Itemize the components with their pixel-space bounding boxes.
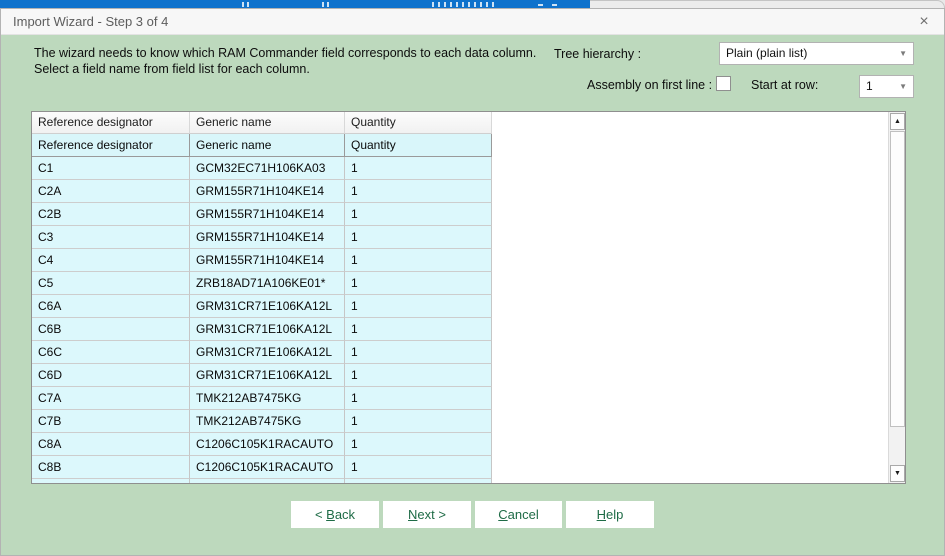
table-cell[interactable]: C1 bbox=[32, 157, 190, 180]
vertical-scrollbar[interactable]: ▲ ▼ bbox=[888, 112, 905, 483]
table-cell[interactable]: GRM155R71H104KE14 bbox=[190, 203, 345, 226]
table-cell[interactable]: 1 bbox=[345, 226, 492, 249]
table-cell[interactable]: GRM155R71H104KE14 bbox=[190, 180, 345, 203]
table-cell[interactable]: C4 bbox=[32, 249, 190, 272]
column-header-generic-name[interactable]: Generic name bbox=[190, 112, 345, 134]
table-cell[interactable]: C7A bbox=[32, 387, 190, 410]
close-icon[interactable]: × bbox=[912, 9, 936, 35]
table-cell[interactable]: C8B bbox=[32, 456, 190, 479]
table-cell[interactable]: 1 bbox=[345, 341, 492, 364]
table-row[interactable]: C6AGRM31CR71E106KA12L1 bbox=[32, 295, 492, 318]
table-cell[interactable]: 1 bbox=[345, 272, 492, 295]
table-cell[interactable]: GRM31CR71E106KA12L bbox=[190, 479, 345, 483]
start-at-row-select[interactable]: 1 ▼ bbox=[859, 75, 914, 98]
column-header-reference-designator[interactable]: Reference designator bbox=[32, 112, 190, 134]
table-row[interactable]: C8BC1206C105K1RACAUTO1 bbox=[32, 456, 492, 479]
table-cell[interactable]: 1 bbox=[345, 479, 492, 483]
table-cell[interactable]: GRM31CR71E106KA12L bbox=[190, 318, 345, 341]
table-cell[interactable]: C5 bbox=[32, 272, 190, 295]
dialog-title: Import Wizard - Step 3 of 4 bbox=[13, 9, 168, 35]
table-cell[interactable]: C6D bbox=[32, 364, 190, 387]
scrollbar-thumb[interactable] bbox=[890, 131, 905, 427]
scroll-down-icon[interactable]: ▼ bbox=[890, 465, 905, 482]
table-cell[interactable]: 1 bbox=[345, 433, 492, 456]
table-cell[interactable]: 1 bbox=[345, 318, 492, 341]
table-cell[interactable]: GRM31CR71E106KA12L bbox=[190, 295, 345, 318]
table-row[interactable]: C4GRM155R71H104KE141 bbox=[32, 249, 492, 272]
table-cell[interactable]: C8A bbox=[32, 433, 190, 456]
start-at-row-value: 1 bbox=[866, 76, 873, 97]
next-button[interactable]: Next > bbox=[383, 501, 471, 528]
table-cell[interactable]: GRM155R71H104KE14 bbox=[190, 249, 345, 272]
grid-inner: Reference designator Generic name Quanti… bbox=[32, 112, 888, 483]
table-cell[interactable]: 1 bbox=[345, 410, 492, 433]
table-row[interactable]: C9AGRM31CR71E106KA12L1 bbox=[32, 479, 492, 483]
cancel-button[interactable]: Cancel bbox=[475, 501, 562, 528]
table-cell[interactable]: TMK212AB7475KG bbox=[190, 410, 345, 433]
table-row[interactable]: C7BTMK212AB7475KG1 bbox=[32, 410, 492, 433]
table-cell[interactable]: C2A bbox=[32, 180, 190, 203]
table-cell[interactable]: GRM31CR71E106KA12L bbox=[190, 341, 345, 364]
table-cell[interactable]: GRM31CR71E106KA12L bbox=[190, 364, 345, 387]
table-cell[interactable]: 1 bbox=[345, 387, 492, 410]
table-row[interactable]: C1GCM32EC71H106KA031 bbox=[32, 157, 492, 180]
field-selector-reference-designator[interactable]: Reference designator bbox=[32, 134, 190, 157]
table-cell[interactable]: C7B bbox=[32, 410, 190, 433]
table-cell[interactable]: 1 bbox=[345, 249, 492, 272]
import-preview-grid: Reference designator Generic name Quanti… bbox=[31, 111, 906, 484]
dialog-top-edge bbox=[590, 0, 945, 8]
tree-hierarchy-label: Tree hierarchy : bbox=[554, 47, 641, 61]
table-cell[interactable]: C6C bbox=[32, 341, 190, 364]
background-window-strip bbox=[0, 0, 590, 8]
table-cell[interactable]: GRM155R71H104KE14 bbox=[190, 226, 345, 249]
tree-hierarchy-value: Plain (plain list) bbox=[726, 43, 807, 64]
table-cell[interactable]: 1 bbox=[345, 364, 492, 387]
table-cell[interactable]: ZRB18AD71A106KE01* bbox=[190, 272, 345, 295]
field-selector-generic-name[interactable]: Generic name bbox=[190, 134, 345, 157]
table-cell[interactable]: 1 bbox=[345, 157, 492, 180]
table-row[interactable]: C2BGRM155R71H104KE141 bbox=[32, 203, 492, 226]
table-cell[interactable]: C2B bbox=[32, 203, 190, 226]
table-cell[interactable]: C1206C105K1RACAUTO bbox=[190, 456, 345, 479]
table-cell[interactable]: 1 bbox=[345, 203, 492, 226]
help-button[interactable]: Help bbox=[566, 501, 654, 528]
table-row[interactable]: C6BGRM31CR71E106KA12L1 bbox=[32, 318, 492, 341]
table-row[interactable]: C6CGRM31CR71E106KA12L1 bbox=[32, 341, 492, 364]
grid-rows: C1GCM32EC71H106KA031C2AGRM155R71H104KE14… bbox=[32, 157, 492, 483]
assembly-on-first-line-checkbox[interactable] bbox=[716, 76, 731, 91]
column-header-quantity[interactable]: Quantity bbox=[345, 112, 492, 134]
back-button[interactable]: < Back bbox=[291, 501, 379, 528]
instruction-text: The wizard needs to know which RAM Comma… bbox=[34, 45, 539, 77]
table-cell[interactable]: 1 bbox=[345, 295, 492, 318]
scroll-up-icon[interactable]: ▲ bbox=[890, 113, 905, 130]
table-row[interactable]: C7ATMK212AB7475KG1 bbox=[32, 387, 492, 410]
table-cell[interactable]: C1206C105K1RACAUTO bbox=[190, 433, 345, 456]
assembly-on-first-line-label: Assembly on first line : bbox=[587, 78, 712, 92]
grid-header-row: Reference designator Generic name Quanti… bbox=[32, 112, 492, 134]
table-cell[interactable]: C6A bbox=[32, 295, 190, 318]
table-cell[interactable]: 1 bbox=[345, 456, 492, 479]
table-row[interactable]: C3GRM155R71H104KE141 bbox=[32, 226, 492, 249]
table-cell[interactable]: GCM32EC71H106KA03 bbox=[190, 157, 345, 180]
dialog-body: The wizard needs to know which RAM Comma… bbox=[1, 35, 944, 555]
import-wizard-dialog: Import Wizard - Step 3 of 4 × The wizard… bbox=[0, 8, 945, 556]
table-cell[interactable]: C6B bbox=[32, 318, 190, 341]
titlebar[interactable]: Import Wizard - Step 3 of 4 × bbox=[1, 9, 944, 35]
table-row[interactable]: C8AC1206C105K1RACAUTO1 bbox=[32, 433, 492, 456]
table-cell[interactable]: 1 bbox=[345, 180, 492, 203]
table-row[interactable]: C5ZRB18AD71A106KE01*1 bbox=[32, 272, 492, 295]
table-row[interactable]: C2AGRM155R71H104KE141 bbox=[32, 180, 492, 203]
table-cell[interactable]: C3 bbox=[32, 226, 190, 249]
table-row[interactable]: C6DGRM31CR71E106KA12L1 bbox=[32, 364, 492, 387]
field-selector-row: Reference designator Generic name Quanti… bbox=[32, 134, 492, 157]
table-cell[interactable]: TMK212AB7475KG bbox=[190, 387, 345, 410]
chevron-down-icon[interactable]: ▼ bbox=[899, 43, 907, 64]
chevron-down-icon[interactable]: ▼ bbox=[899, 76, 907, 97]
field-selector-quantity[interactable]: Quantity bbox=[345, 134, 492, 157]
start-at-row-label: Start at row: bbox=[751, 78, 818, 92]
table-cell[interactable]: C9A bbox=[32, 479, 190, 483]
tree-hierarchy-select[interactable]: Plain (plain list) ▼ bbox=[719, 42, 914, 65]
